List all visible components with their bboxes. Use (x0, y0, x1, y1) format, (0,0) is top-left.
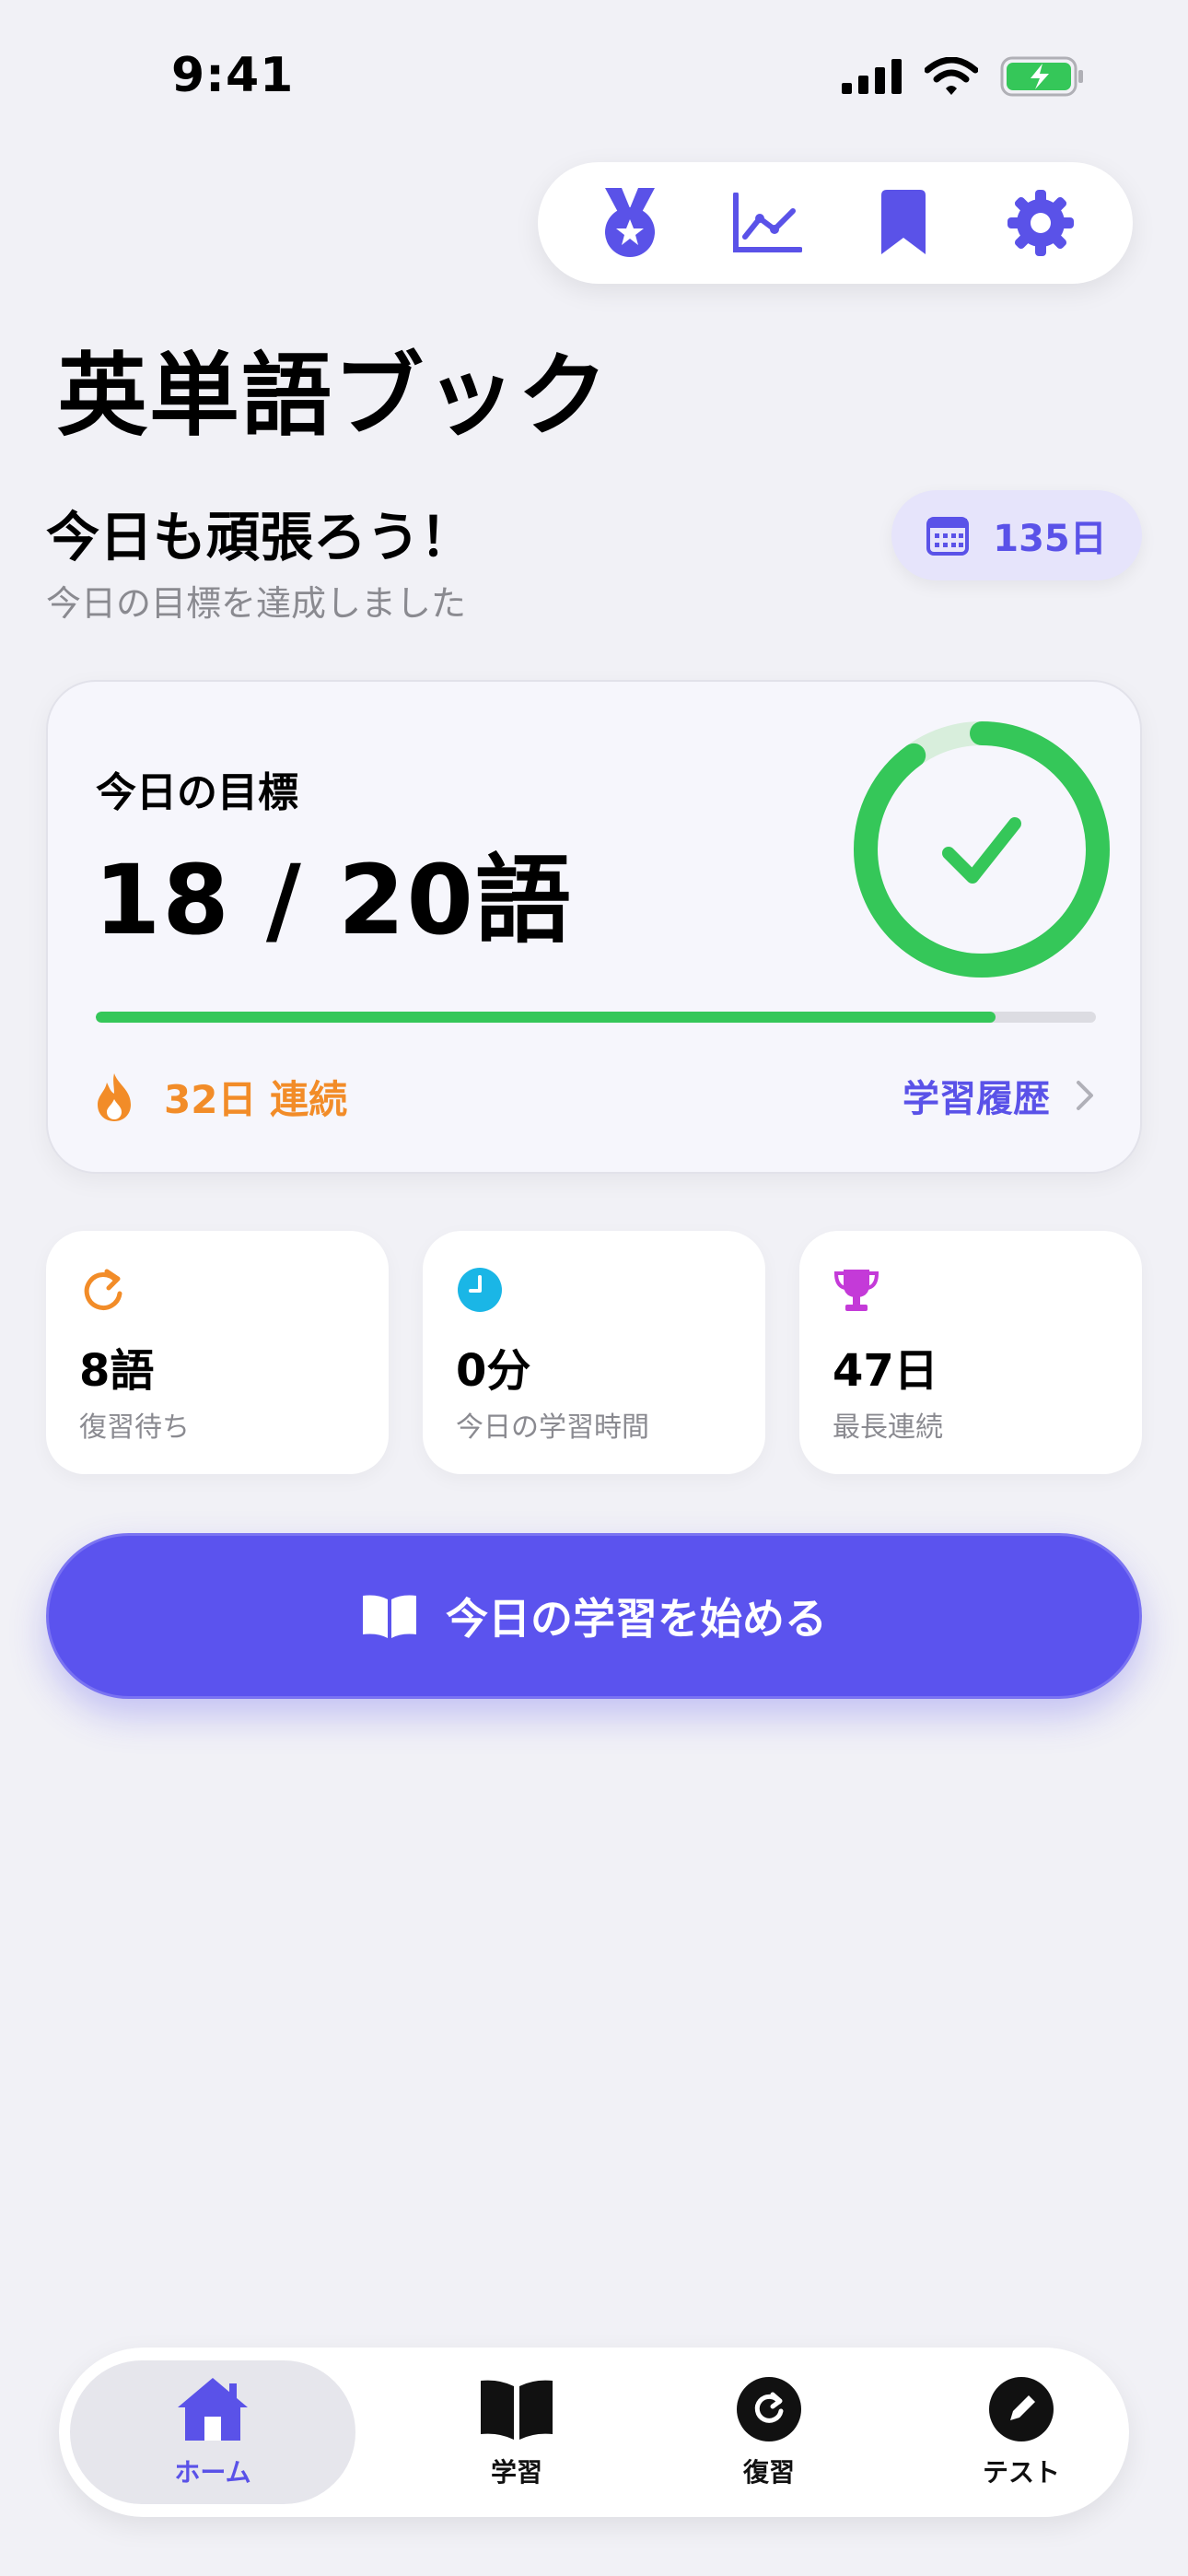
tab-bar: ホーム 学習 復習 テスト (59, 2348, 1129, 2517)
longest-streak-card[interactable]: 47日 最長連続 (799, 1231, 1142, 1474)
stat-label: 今日の学習時間 (456, 1411, 649, 1444)
goal-progress-bar (96, 1012, 1096, 1023)
goal-progress-ring (854, 721, 1110, 978)
book-icon (481, 2380, 553, 2440)
tab-label: 復習 (742, 2457, 795, 2488)
total-days-value: 135日 (993, 518, 1107, 560)
goal-label: 今日の目標 (96, 769, 298, 816)
review-pending-card[interactable]: 8語 復習待ち (46, 1231, 389, 1474)
medal-icon (605, 188, 656, 257)
status-time: 9:41 (171, 48, 295, 103)
app-title: 英単語ブック (57, 344, 611, 449)
statistics-button[interactable] (716, 172, 818, 274)
home-screen: 9:41 英単語ブック 今日も頑張ろう！ 今日の目標を達成しました 135日 今… (0, 0, 1188, 2576)
stat-value: 8語 (79, 1345, 155, 1397)
tab-label: ホーム (174, 2457, 251, 2488)
signal-icon (842, 59, 902, 94)
bookmark-icon (881, 190, 926, 254)
study-time-card[interactable]: 0分 今日の学習時間 (423, 1231, 765, 1474)
start-study-button[interactable]: 今日の学習を始める (46, 1533, 1142, 1699)
gear-icon (1007, 190, 1074, 256)
top-toolbar (538, 162, 1133, 284)
checkmark-icon (942, 817, 1021, 884)
home-icon (178, 2378, 248, 2441)
tab-label: テスト (982, 2457, 1060, 2488)
daily-goal-card: 今日の目標 18 / 20語 32日 連続 学習履歴 (46, 680, 1142, 1174)
flame-icon (98, 1072, 131, 1121)
battery-charging-icon (1000, 56, 1083, 97)
tab-label: 学習 (490, 2457, 542, 2488)
bookmarks-button[interactable] (853, 172, 954, 274)
pencil-circle-icon (989, 2377, 1054, 2441)
refresh-circle-icon (737, 2377, 801, 2441)
stat-label: 最長連続 (833, 1411, 943, 1444)
settings-button[interactable] (990, 172, 1091, 274)
chart-icon (732, 193, 802, 252)
tab-home[interactable]: ホーム (70, 2360, 355, 2504)
start-study-label: 今日の学習を始める (446, 1594, 827, 1644)
stat-label: 復習待ち (79, 1411, 190, 1444)
total-days-chip[interactable]: 135日 (891, 490, 1142, 580)
history-link-label: 学習履歴 (903, 1078, 1050, 1120)
stat-value: 47日 (833, 1345, 938, 1397)
stat-value: 0分 (456, 1345, 531, 1397)
status-icons (842, 55, 1085, 98)
chevron-right-icon (1077, 1081, 1093, 1110)
trophy-icon (833, 1270, 879, 1311)
greeting-heading: 今日も頑張ろう！ (46, 506, 474, 568)
streak-text: 32日 連続 (164, 1077, 348, 1122)
refresh-icon (84, 1269, 122, 1310)
tab-test[interactable]: テスト (888, 2360, 1155, 2504)
book-open-icon (363, 1595, 416, 1638)
tab-study[interactable]: 学習 (383, 2360, 650, 2504)
goal-value: 18 / 20語 (94, 844, 573, 956)
clock-icon (458, 1268, 502, 1312)
wifi-icon (925, 57, 978, 95)
goal-ring-arc (854, 721, 1110, 978)
streak-indicator: 32日 連続 (96, 1069, 347, 1125)
achievements-button[interactable] (579, 172, 681, 274)
tab-review[interactable]: 復習 (635, 2360, 903, 2504)
greeting-subtitle: 今日の目標を達成しました (46, 583, 467, 624)
history-link[interactable]: 学習履歴 (903, 1069, 1094, 1122)
calendar-icon (926, 517, 970, 556)
goal-progress-fill (96, 1012, 996, 1023)
